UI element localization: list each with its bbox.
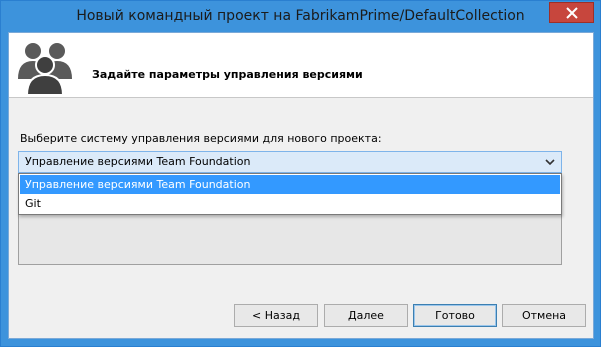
title-bar[interactable]: Новый командный проект на FabrikamPrime/…	[1, 1, 600, 32]
dropdown-option-tfvc[interactable]: Управление версиями Team Foundation	[20, 175, 560, 194]
header-divider	[9, 97, 593, 98]
vcs-combobox[interactable]: Управление версиями Team Foundation	[18, 151, 562, 173]
back-button[interactable]: < Назад	[234, 304, 318, 327]
window-title: Новый командный проект на FabrikamPrime/…	[76, 8, 525, 24]
next-button[interactable]: Далее	[324, 304, 408, 327]
close-icon	[565, 6, 578, 19]
team-users-icon	[18, 43, 72, 95]
cancel-button[interactable]: Отмена	[502, 304, 586, 327]
vcs-dropdown-list[interactable]: Управление версиями Team Foundation Git	[18, 173, 562, 215]
chevron-down-icon[interactable]	[545, 157, 555, 167]
vcs-prompt-label: Выберите систему управления версиями для…	[20, 132, 382, 145]
combobox-selected-value: Управление версиями Team Foundation	[25, 155, 251, 168]
finish-button[interactable]: Готово	[413, 304, 497, 327]
dialog-body: Задайте параметры управления версиями Вы…	[8, 32, 594, 339]
close-button[interactable]	[549, 2, 594, 23]
page-title: Задайте параметры управления версиями	[92, 68, 363, 81]
dropdown-option-git[interactable]: Git	[20, 194, 560, 213]
dialog-window: Новый командный проект на FabrikamPrime/…	[0, 0, 601, 347]
wizard-header: Задайте параметры управления версиями	[9, 33, 593, 97]
